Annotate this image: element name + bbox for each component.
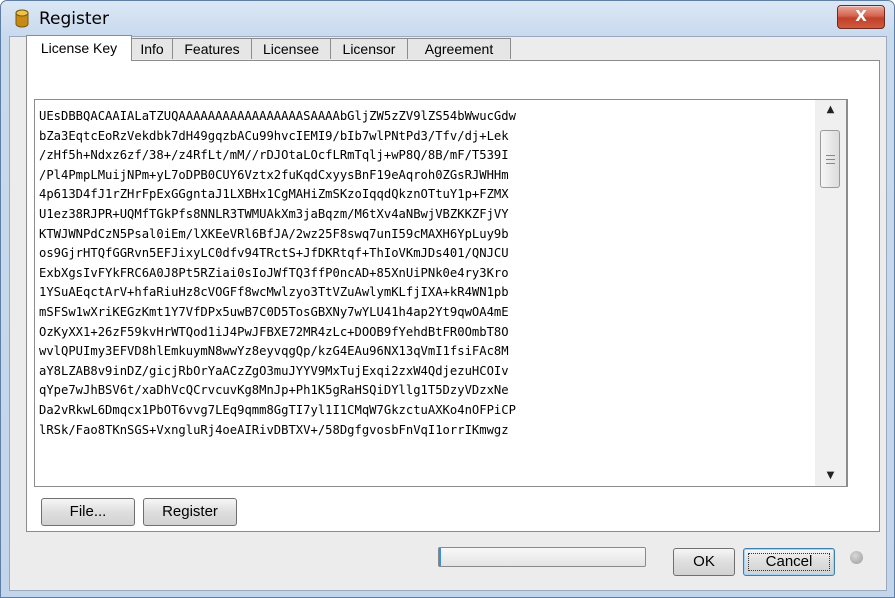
button-label: OK xyxy=(693,553,715,570)
progress-bar xyxy=(438,547,646,567)
license-line: os9GjrHTQfGGRvn5EFJixyLC0dfv94TRctS+JfDK… xyxy=(39,246,509,261)
license-line: Da2vRkwL6Dmqcx1PbOT6vvg7LEq9qmm8GgTI7yl1… xyxy=(39,402,516,417)
grip-line xyxy=(826,155,835,156)
license-line: ExbXgsIvFYkFRC6A0J8Pt5RZiai0sIoJWfTQ3ffP… xyxy=(39,265,509,280)
license-line: bZa3EqtcEoRzVekdbk7dH49gqzbACu99hvcIEMI9… xyxy=(39,128,509,143)
license-line: KTWJWNPdCzN5Psal0iEm/lXKEeVRl6BfJA/2wz25… xyxy=(39,226,509,241)
tab-info[interactable]: Info xyxy=(131,38,173,59)
tab-licensee[interactable]: Licensee xyxy=(251,38,331,59)
register-button[interactable]: Register xyxy=(143,498,237,526)
database-icon xyxy=(15,9,29,28)
status-indicator-icon xyxy=(850,551,863,564)
license-key-text: UEsDBBQACAAIALaTZUQAAAAAAAAAAAAAAAAASAAA… xyxy=(39,107,516,440)
tab-label: Licensor xyxy=(342,41,396,57)
tab-licensor[interactable]: Licensor xyxy=(330,38,408,59)
license-line: U1ez38RJPR+UQMfTGkPfs8NNLR3TWMUAkXm3jaBq… xyxy=(39,206,509,221)
file-button[interactable]: File... xyxy=(41,498,135,526)
title-bar[interactable]: Register X xyxy=(1,1,894,35)
ok-button[interactable]: OK xyxy=(673,548,735,576)
progress-fill xyxy=(439,548,442,566)
grip-line xyxy=(826,163,835,164)
focus-indicator xyxy=(748,553,830,571)
license-line: lRSk/Fao8TKnSGS+VxngluRj4oeAIRivDBTXV+/5… xyxy=(39,422,509,437)
license-line: 4p613D4fJ1rZHrFpExGGgntaJ1LXBHx1CgMAHiZm… xyxy=(39,187,509,202)
license-line: OzKyXX1+26zF59kvHrWTQod1iJ4PwJFBXE72MR4z… xyxy=(39,324,509,339)
scroll-thumb[interactable] xyxy=(820,130,840,188)
tab-label: Info xyxy=(140,41,164,57)
tab-license-key[interactable]: License Key xyxy=(26,35,132,61)
license-line: 1YSuAEqctArV+hfaRiuHz8cVOGFf8wcMwlzyo3Tt… xyxy=(39,285,509,300)
register-dialog: Register X License Key Info Features Lic… xyxy=(0,0,895,598)
license-line: UEsDBBQACAAIALaTZUQAAAAAAAAAAAAAAAAASAAA… xyxy=(39,109,516,123)
tab-label: License Key xyxy=(40,40,118,56)
grip-line xyxy=(826,159,835,160)
license-line: mSFSw1wXriKEGzKmt1Y7VfDPx5uwB7C0D5TosGBX… xyxy=(39,304,509,319)
window-title: Register xyxy=(39,9,109,29)
tab-agreement[interactable]: Agreement xyxy=(407,38,511,59)
scroll-down-icon[interactable]: ▼ xyxy=(815,466,846,486)
button-label: Register xyxy=(162,503,218,520)
scroll-up-icon[interactable]: ▲ xyxy=(815,100,846,120)
vertical-scrollbar[interactable]: ▲ ▼ xyxy=(815,99,847,487)
close-button[interactable]: X xyxy=(837,5,885,29)
close-icon: X xyxy=(855,7,867,25)
license-line: /Pl4PmpLMuijNPm+yL7oDPB0CUY6Vztx2fuKqdCx… xyxy=(39,167,509,182)
tab-label: Licensee xyxy=(262,41,320,57)
license-line: /zHf5h+Ndxz6zf/38+/z4RfLt/mM//rDJOtaLOcf… xyxy=(39,148,509,163)
license-line: aY8LZAB8v9inDZ/gicjRbOrYaACzZgO3muJYYV9M… xyxy=(39,363,509,378)
cancel-button[interactable]: Cancel xyxy=(743,548,835,576)
license-key-textarea[interactable]: UEsDBBQACAAIALaTZUQAAAAAAAAAAAAAAAAASAAA… xyxy=(34,99,848,487)
license-line: qYpe7wJhBSV6t/xaDhVcQCrvcuvKg8MnJp+Ph1K5… xyxy=(39,383,509,398)
tab-features[interactable]: Features xyxy=(172,38,252,59)
tab-label: Agreement xyxy=(424,41,494,57)
tab-label: Features xyxy=(184,41,240,57)
button-label: File... xyxy=(69,503,107,520)
license-line: wvlQPUImy3EFVD8hlEmkuymN8wwYz8eyvqgQp/kz… xyxy=(39,344,509,359)
